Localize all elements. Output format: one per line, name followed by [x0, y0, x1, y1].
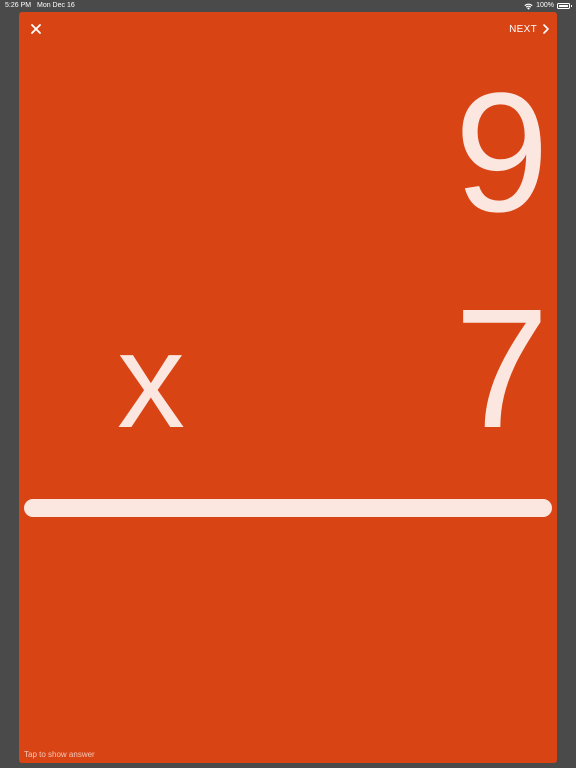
multiplication-operator: x — [117, 304, 185, 456]
status-indicators: 100% — [524, 0, 572, 12]
close-button[interactable] — [27, 20, 45, 38]
app-screen: 5:26 PM Mon Dec 16 100% NEXT 9 x 7 Tap t… — [0, 0, 576, 768]
next-button[interactable]: NEXT — [509, 21, 549, 37]
chevron-right-icon — [543, 24, 549, 34]
close-icon — [31, 24, 41, 34]
show-answer-hint: Tap to show answer — [24, 750, 95, 759]
status-date: Mon Dec 16 — [37, 2, 75, 9]
flashcard[interactable]: NEXT 9 x 7 Tap to show answer — [19, 12, 557, 763]
next-label: NEXT — [509, 23, 537, 35]
status-time: 5:26 PM — [5, 2, 32, 9]
bottom-operand: 7 — [454, 274, 549, 464]
wifi-icon — [524, 3, 533, 10]
answer-line — [24, 499, 552, 517]
top-operand: 9 — [454, 58, 549, 248]
battery-icon — [557, 3, 572, 9]
status-bar: 5:26 PM Mon Dec 16 100% — [0, 0, 576, 12]
battery-percentage: 100% — [536, 2, 554, 9]
